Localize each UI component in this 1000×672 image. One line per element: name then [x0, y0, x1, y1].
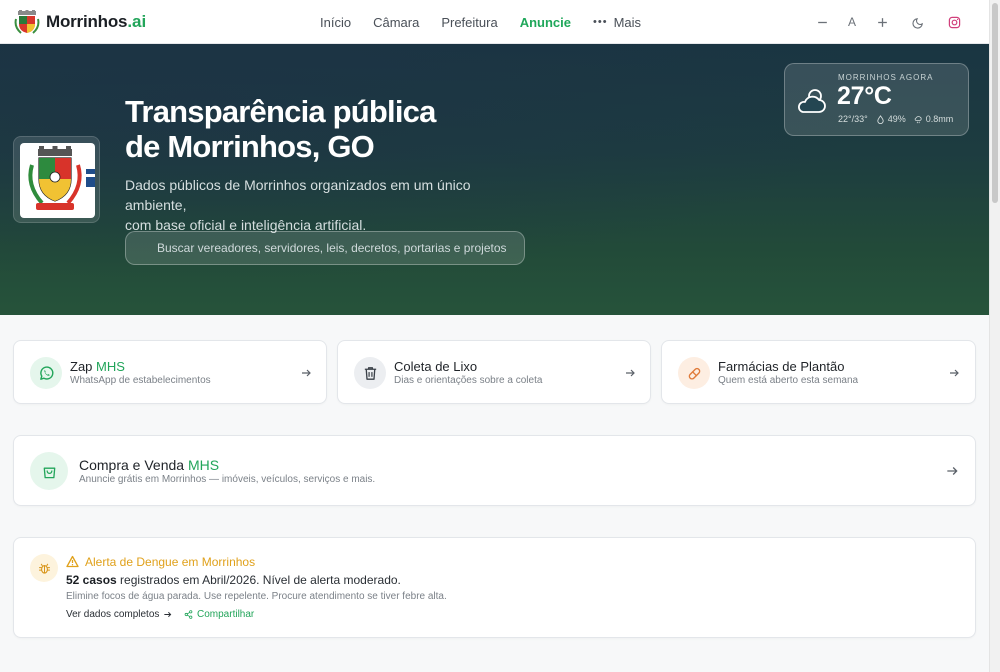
marketplace-desc: Anuncie grátis em Morrinhos — imóveis, v…: [79, 474, 376, 485]
weather-rain-value: 0.8mm: [925, 114, 954, 124]
weather-meta: 22°/33° 49% 0.8mm: [838, 114, 953, 124]
share-label: Compartilhar: [197, 609, 255, 620]
whatsapp-icon: [39, 365, 53, 380]
pill-icon: [688, 367, 700, 380]
alert-cases: 52 casos: [66, 573, 117, 587]
weather-rain: 0.8mm: [914, 114, 954, 124]
arrow-right-icon: [302, 369, 311, 377]
farmacias-card-title: Farmácias de Plantão: [718, 359, 845, 374]
view-full-data-label: Ver dados completos: [66, 609, 160, 620]
weather-humidity-value: 49%: [887, 114, 906, 124]
alert-main-rest: registrados em Abril/2026. Nível de aler…: [116, 573, 401, 587]
main-nav: Início Câmara Prefeitura Anuncie ••• Mai…: [320, 0, 663, 44]
brand-name: Morrinhos: [46, 12, 128, 31]
farmacias-card[interactable]: Farmácias de Plantão Quem está aberto es…: [661, 340, 976, 404]
pill-icon-wrap: [678, 357, 710, 389]
zap-card-desc: WhatsApp de estabelecimentos: [70, 375, 211, 386]
coleta-lixo-card[interactable]: Coleta de Lixo Dias e orientações sobre …: [337, 340, 651, 404]
city-coat-of-arms-icon: [28, 146, 95, 210]
top-navbar: Morrinhos .ai Início Câmara Prefeitura An…: [0, 0, 989, 44]
hero-section: Transparência pública de Morrinhos, GO D…: [0, 44, 989, 315]
header-tools: A: [807, 0, 969, 44]
nav-mais[interactable]: ••• Mais: [593, 15, 641, 30]
warning-triangle-icon: [66, 555, 79, 568]
zap-mhs-card[interactable]: Zap MHS WhatsApp de estabelecimentos: [13, 340, 327, 404]
hero-title: Transparência pública de Morrinhos, GO: [125, 94, 436, 164]
bug-icon-wrap: [30, 554, 58, 582]
zap-card-title: Zap MHS: [70, 359, 125, 374]
city-seal: [13, 136, 100, 223]
font-decrease-button[interactable]: [807, 7, 837, 37]
share-link[interactable]: Compartilhar: [184, 609, 254, 620]
hero-subtitle-line1: Dados públicos de Morrinhos organizados …: [125, 177, 471, 213]
zap-title-text: Zap: [70, 359, 93, 374]
droplet-icon: [877, 114, 884, 124]
share-icon: [184, 610, 193, 619]
partly-cloudy-icon: [798, 89, 826, 113]
arrow-right-icon: [950, 369, 959, 377]
nav-anuncie[interactable]: Anuncie: [520, 15, 571, 30]
coleta-card-desc: Dias e orientações sobre a coleta: [394, 375, 543, 386]
weather-label: MORRINHOS AGORA: [838, 73, 934, 82]
marketplace-title: Compra e Venda MHS: [79, 457, 219, 473]
nav-mais-label: Mais: [613, 14, 642, 30]
bug-icon: [38, 563, 50, 574]
scrollbar-thumb[interactable]: [992, 3, 998, 203]
zap-title-accent: MHS: [96, 359, 125, 374]
hero-title-line1: Transparência pública: [125, 94, 436, 129]
dengue-alert-card: [13, 537, 976, 638]
shopping-bag-icon: [43, 467, 55, 478]
instagram-link[interactable]: [939, 7, 969, 37]
bag-icon-wrap: [30, 452, 68, 490]
trash-icon-wrap: [354, 357, 386, 389]
font-increase-button[interactable]: [867, 7, 897, 37]
alert-sub-text: Elimine focos de água parada. Use repele…: [66, 591, 447, 602]
nav-prefeitura[interactable]: Prefeitura: [441, 15, 497, 30]
arrow-right-icon: [626, 369, 635, 377]
farmacias-card-desc: Quem está aberto esta semana: [718, 375, 859, 386]
instagram-icon: [948, 16, 960, 28]
arrow-right-icon: [164, 611, 172, 618]
compra-venda-card[interactable]: Compra e Venda MHS Anuncie grátis em Mor…: [13, 435, 976, 506]
weather-temperature: 27°C: [837, 82, 892, 110]
weather-humidity: 49%: [876, 114, 906, 124]
nav-inicio[interactable]: Início: [320, 15, 351, 30]
weather-widget: MORRINHOS AGORA 27°C 22°/33° 49% 0.8mm: [784, 63, 969, 136]
minus-icon: [817, 21, 827, 23]
marketplace-title-text: Compra e Venda: [79, 457, 185, 473]
brand-suffix: .ai: [127, 12, 147, 31]
font-reset-button[interactable]: A: [837, 7, 867, 37]
more-dots-icon: •••: [593, 16, 608, 28]
arrow-right-icon: [947, 467, 958, 475]
marketplace-title-accent: MHS: [187, 457, 220, 473]
page-scrollbar[interactable]: [989, 0, 1000, 672]
brand-link[interactable]: Morrinhos .ai: [14, 9, 146, 35]
alert-title: Alerta de Dengue em Morrinhos: [85, 555, 256, 569]
hero-subtitle: Dados públicos de Morrinhos organizados …: [125, 175, 525, 235]
rain-cloud-icon: [914, 115, 922, 123]
dark-mode-toggle[interactable]: [903, 7, 933, 37]
coleta-card-title: Coleta de Lixo: [394, 359, 478, 374]
moon-icon: [911, 17, 923, 29]
hero-search-input[interactable]: [126, 232, 524, 264]
nav-camara[interactable]: Câmara: [373, 15, 419, 30]
zap-icon-wrap: [30, 357, 62, 389]
view-full-data-link[interactable]: Ver dados completos: [66, 609, 172, 620]
trash-icon: [364, 366, 376, 380]
hero-search-box: [125, 231, 525, 265]
weather-range: 22°/33°: [838, 114, 868, 124]
hero-title-line2: de Morrinhos, GO: [125, 129, 375, 164]
plus-icon: [877, 17, 887, 27]
morrinhos-crest-icon: [14, 10, 40, 34]
alert-main-text: 52 casos registrados em Abril/2026. Níve…: [66, 573, 401, 587]
